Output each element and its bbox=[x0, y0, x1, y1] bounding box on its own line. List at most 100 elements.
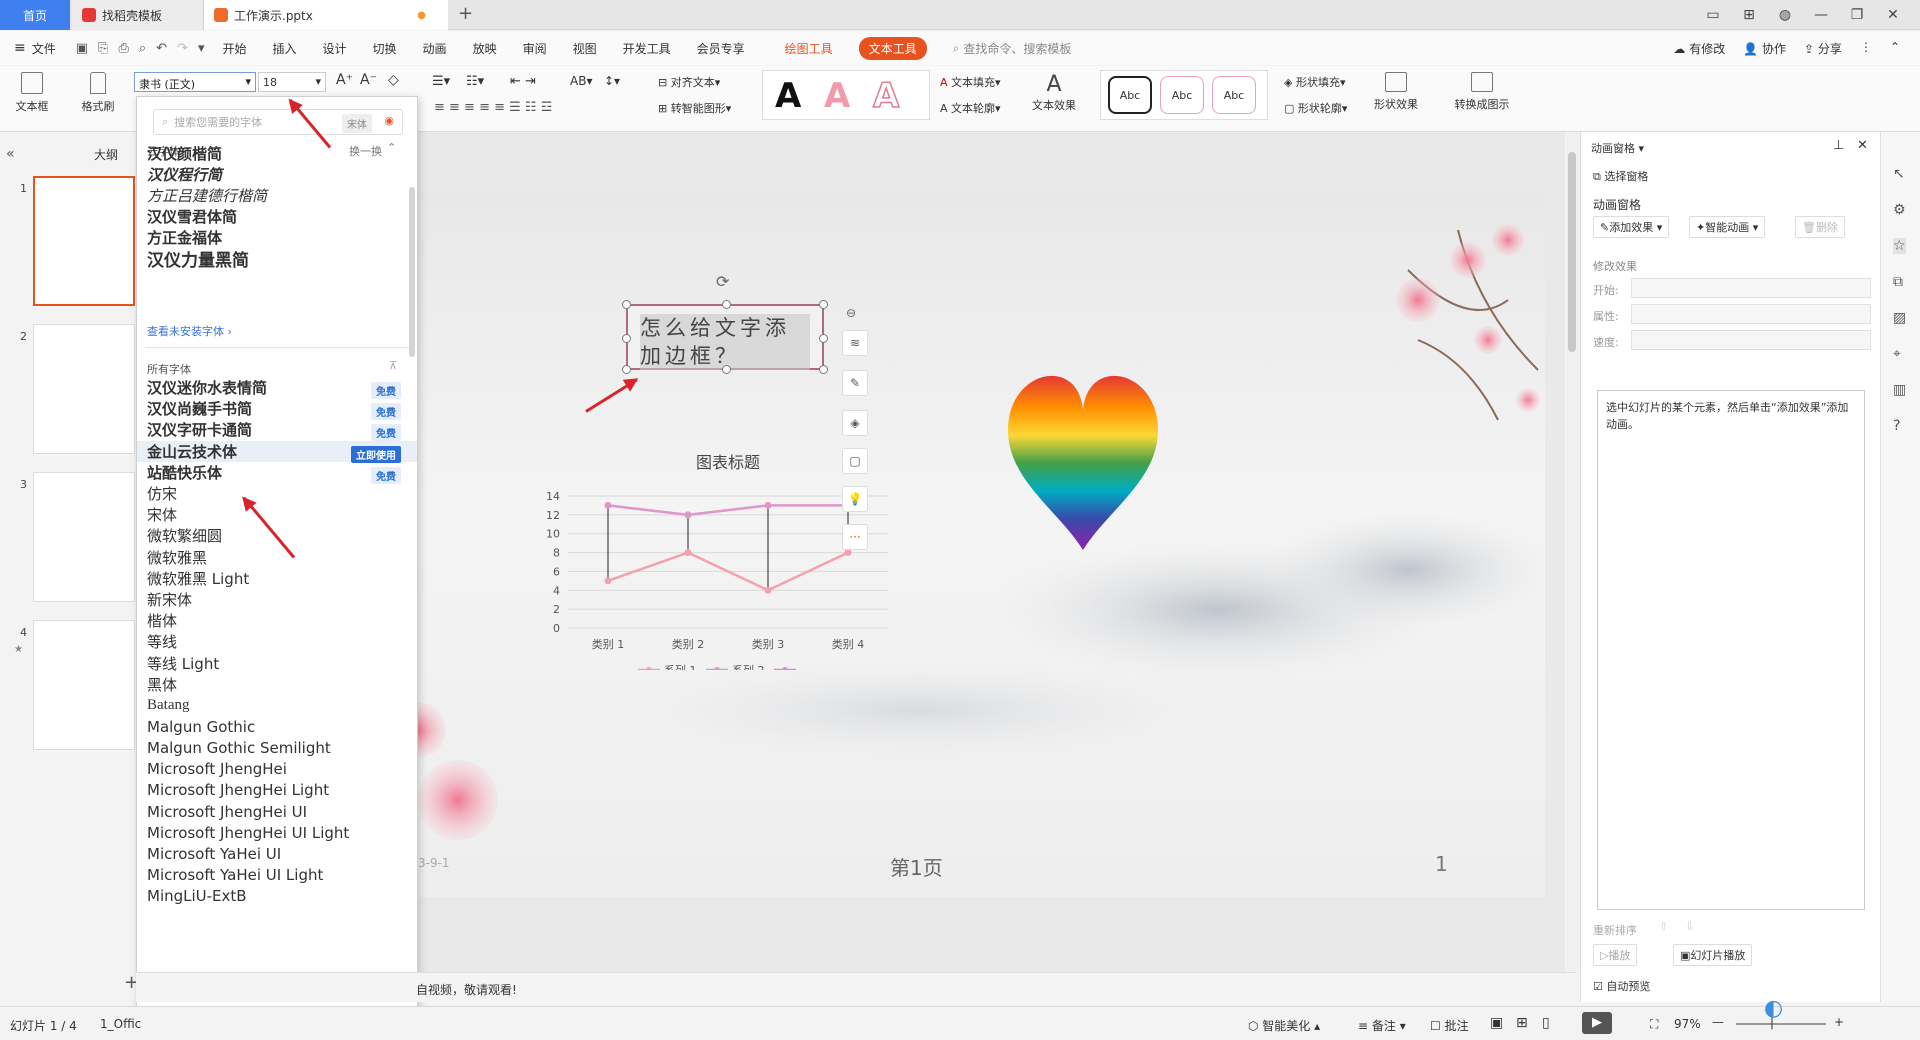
text-style-black[interactable]: A bbox=[775, 76, 801, 116]
camera-icon[interactable]: ◉ bbox=[384, 114, 394, 127]
convert-diagram-button[interactable]: 转换成图示 bbox=[1446, 72, 1518, 112]
line-chart[interactable]: 图表标题 0 2 4 6 8 10 12 14 类别 1 类别 2 类别 3 类别 4 系列 1 系列 2 bbox=[518, 430, 938, 670]
collapse-panel-icon[interactable]: « bbox=[6, 146, 15, 162]
tab-document[interactable]: 工作演示.pptx ● bbox=[204, 0, 448, 30]
line-spacing-icon[interactable]: ↕▾ bbox=[604, 74, 620, 88]
grid-icon[interactable]: ⊞ bbox=[1740, 7, 1758, 23]
notes-text[interactable]: 自视频，敬请观看! bbox=[416, 981, 517, 998]
font-name-select[interactable]: 隶书 (正文) ▾ bbox=[134, 72, 256, 92]
slide-thumbnail-1[interactable] bbox=[33, 176, 135, 306]
copy-icon[interactable]: ⧉ bbox=[1893, 274, 1903, 290]
font-item[interactable]: Microsoft JhengHei UI bbox=[137, 801, 417, 822]
move-down-icon[interactable]: ⇩ bbox=[1685, 920, 1694, 933]
rotate-handle-icon[interactable]: ⟳ bbox=[716, 272, 729, 291]
text-outline-button[interactable]: A 文本轮廓▾ bbox=[940, 100, 1001, 116]
font-size-select[interactable]: 18 ▾ bbox=[258, 72, 326, 92]
free-badge[interactable]: 免费 bbox=[371, 382, 401, 399]
textbox-button[interactable]: 文本框 bbox=[8, 72, 56, 114]
menu-view[interactable]: 视图 bbox=[573, 40, 597, 57]
redo-icon[interactable]: ↷ bbox=[177, 41, 188, 56]
textbox-text[interactable]: 怎么给文字添加边框？ bbox=[640, 314, 810, 370]
menu-text-tool[interactable]: 文本工具 bbox=[858, 36, 927, 60]
text-direction-icon[interactable]: AB▾ bbox=[570, 74, 592, 88]
play-slideshow-icon[interactable]: ▶ bbox=[1582, 1012, 1612, 1034]
slide-thumbnail-2[interactable] bbox=[33, 324, 135, 454]
resize-handle[interactable] bbox=[819, 365, 828, 374]
cloud-font-item[interactable]: 汉仪程行简 bbox=[137, 164, 417, 184]
text-style-outline[interactable]: A bbox=[872, 75, 900, 117]
play-button[interactable]: ▷ 播放 bbox=[1593, 944, 1638, 966]
scrollbar-thumb[interactable] bbox=[1568, 152, 1576, 352]
indent-icons[interactable]: ⇤ ⇥ bbox=[510, 74, 536, 89]
text-style-pink[interactable]: A bbox=[824, 76, 850, 116]
delete-effect-button[interactable]: 🗑 删除 bbox=[1795, 216, 1845, 238]
font-item[interactable]: 黑体 bbox=[137, 674, 417, 695]
font-item[interactable]: 新宋体 bbox=[137, 589, 417, 610]
menu-devtools[interactable]: 开发工具 bbox=[623, 40, 671, 57]
font-item[interactable]: 汉仪字研卡通简 免费 bbox=[137, 419, 417, 442]
collapse-ribbon-icon[interactable]: ⌃ bbox=[1890, 40, 1900, 57]
pin-icon[interactable]: ⊥ bbox=[1833, 138, 1844, 153]
layout-icon[interactable]: ▭ bbox=[1704, 7, 1722, 23]
menu-transition[interactable]: 切换 bbox=[373, 40, 397, 57]
bullets-icon[interactable]: ☰▾ bbox=[432, 74, 450, 89]
uninstalled-fonts-link[interactable]: 查看未安装字体 › bbox=[147, 323, 232, 339]
start-select[interactable] bbox=[1631, 278, 1871, 298]
font-item[interactable]: MingLiU-ExtB bbox=[137, 886, 417, 907]
shape-style-3[interactable]: Abc bbox=[1212, 76, 1256, 114]
free-badge[interactable]: 免费 bbox=[371, 403, 401, 421]
more-tools-icon[interactable]: ··· bbox=[842, 524, 868, 550]
vertical-scrollbar[interactable] bbox=[1566, 132, 1578, 972]
new-tab-icon[interactable]: + bbox=[458, 3, 473, 24]
add-effect-button[interactable]: ✎ 添加效果 ▾ bbox=[1593, 216, 1670, 238]
help-icon[interactable]: ? bbox=[1893, 418, 1900, 434]
fit-window-icon[interactable]: ⛶ bbox=[1650, 1017, 1658, 1032]
font-item[interactable]: Microsoft JhengHei bbox=[137, 759, 417, 780]
menu-file[interactable]: 文件 bbox=[32, 40, 56, 57]
font-search-input[interactable]: ⌕ 搜索您需要的字体 宋体 ◉ bbox=[153, 109, 403, 135]
font-item[interactable]: 汉仪迷你水表情简 免费 bbox=[137, 377, 417, 399]
font-item[interactable]: Malgun Gothic Semilight bbox=[137, 737, 417, 758]
menu-review[interactable]: 审阅 bbox=[523, 40, 547, 57]
resize-handle[interactable] bbox=[622, 334, 631, 343]
font-item[interactable]: 站酷快乐体 免费 bbox=[137, 462, 417, 484]
text-effect-button[interactable]: A 文本效果 bbox=[1026, 72, 1082, 113]
font-item[interactable]: Malgun Gothic bbox=[137, 716, 417, 737]
more-options-icon[interactable]: ⋮ bbox=[1860, 40, 1872, 57]
smart-animation-button[interactable]: ✦ 智能动画 ▾ bbox=[1689, 216, 1766, 238]
cloud-font-item[interactable]: 汉仪力量黑简 bbox=[137, 248, 417, 271]
tab-home[interactable]: 首页 bbox=[0, 0, 70, 30]
numbering-icon[interactable]: ☷▾ bbox=[466, 74, 484, 89]
resize-handle[interactable] bbox=[722, 300, 731, 309]
print-icon[interactable]: ⎙ bbox=[118, 41, 128, 56]
cursor-icon[interactable]: ↖ bbox=[1893, 166, 1905, 182]
select-pane-link[interactable]: ⧉ 选择窗格 bbox=[1593, 168, 1648, 184]
menu-animation[interactable]: 动画 bbox=[423, 40, 447, 57]
reading-view-icon[interactable]: ▯ bbox=[1542, 1015, 1550, 1031]
property-select[interactable] bbox=[1631, 304, 1871, 324]
slide-thumbnail-3[interactable] bbox=[33, 472, 135, 602]
menu-start[interactable]: 开始 bbox=[222, 40, 246, 57]
book-icon[interactable]: ▥ bbox=[1893, 382, 1906, 398]
menu-slideshow[interactable]: 放映 bbox=[473, 40, 497, 57]
close-icon[interactable]: ✕ bbox=[1884, 7, 1902, 23]
free-badge[interactable]: 免费 bbox=[371, 466, 401, 484]
font-item[interactable]: 微软雅黑 Light bbox=[137, 568, 417, 589]
shape-style-1[interactable]: Abc bbox=[1108, 76, 1152, 114]
settings-icon[interactable]: ⚙ bbox=[1893, 202, 1906, 218]
layers-icon[interactable]: ≋ bbox=[842, 330, 868, 356]
collab-button[interactable]: 👤 协作 bbox=[1743, 40, 1786, 57]
minimize-icon[interactable]: — bbox=[1812, 7, 1830, 23]
animation-star-icon[interactable]: ☆ bbox=[1893, 238, 1906, 254]
font-item[interactable]: Microsoft JhengHei UI Light bbox=[137, 822, 417, 843]
use-now-badge[interactable]: 立即使用 bbox=[351, 445, 401, 463]
lightbulb-icon[interactable]: 💡 bbox=[842, 486, 868, 512]
command-search[interactable]: ⌕ 查找命令、搜索模板 bbox=[953, 40, 1072, 57]
shrink-font-icon[interactable]: A⁻ bbox=[360, 72, 377, 88]
font-item[interactable]: 宋体 bbox=[137, 504, 417, 525]
smart-beautify-button[interactable]: ⬡ 智能美化 ▴ bbox=[1248, 1017, 1320, 1034]
free-badge[interactable]: 免费 bbox=[371, 424, 401, 442]
clear-format-icon[interactable]: ◇ bbox=[388, 72, 399, 88]
cloud-font-item[interactable]: 方正金福体 bbox=[137, 227, 417, 247]
shape-fill-button[interactable]: ◈ 形状填充▾ bbox=[1284, 74, 1346, 90]
